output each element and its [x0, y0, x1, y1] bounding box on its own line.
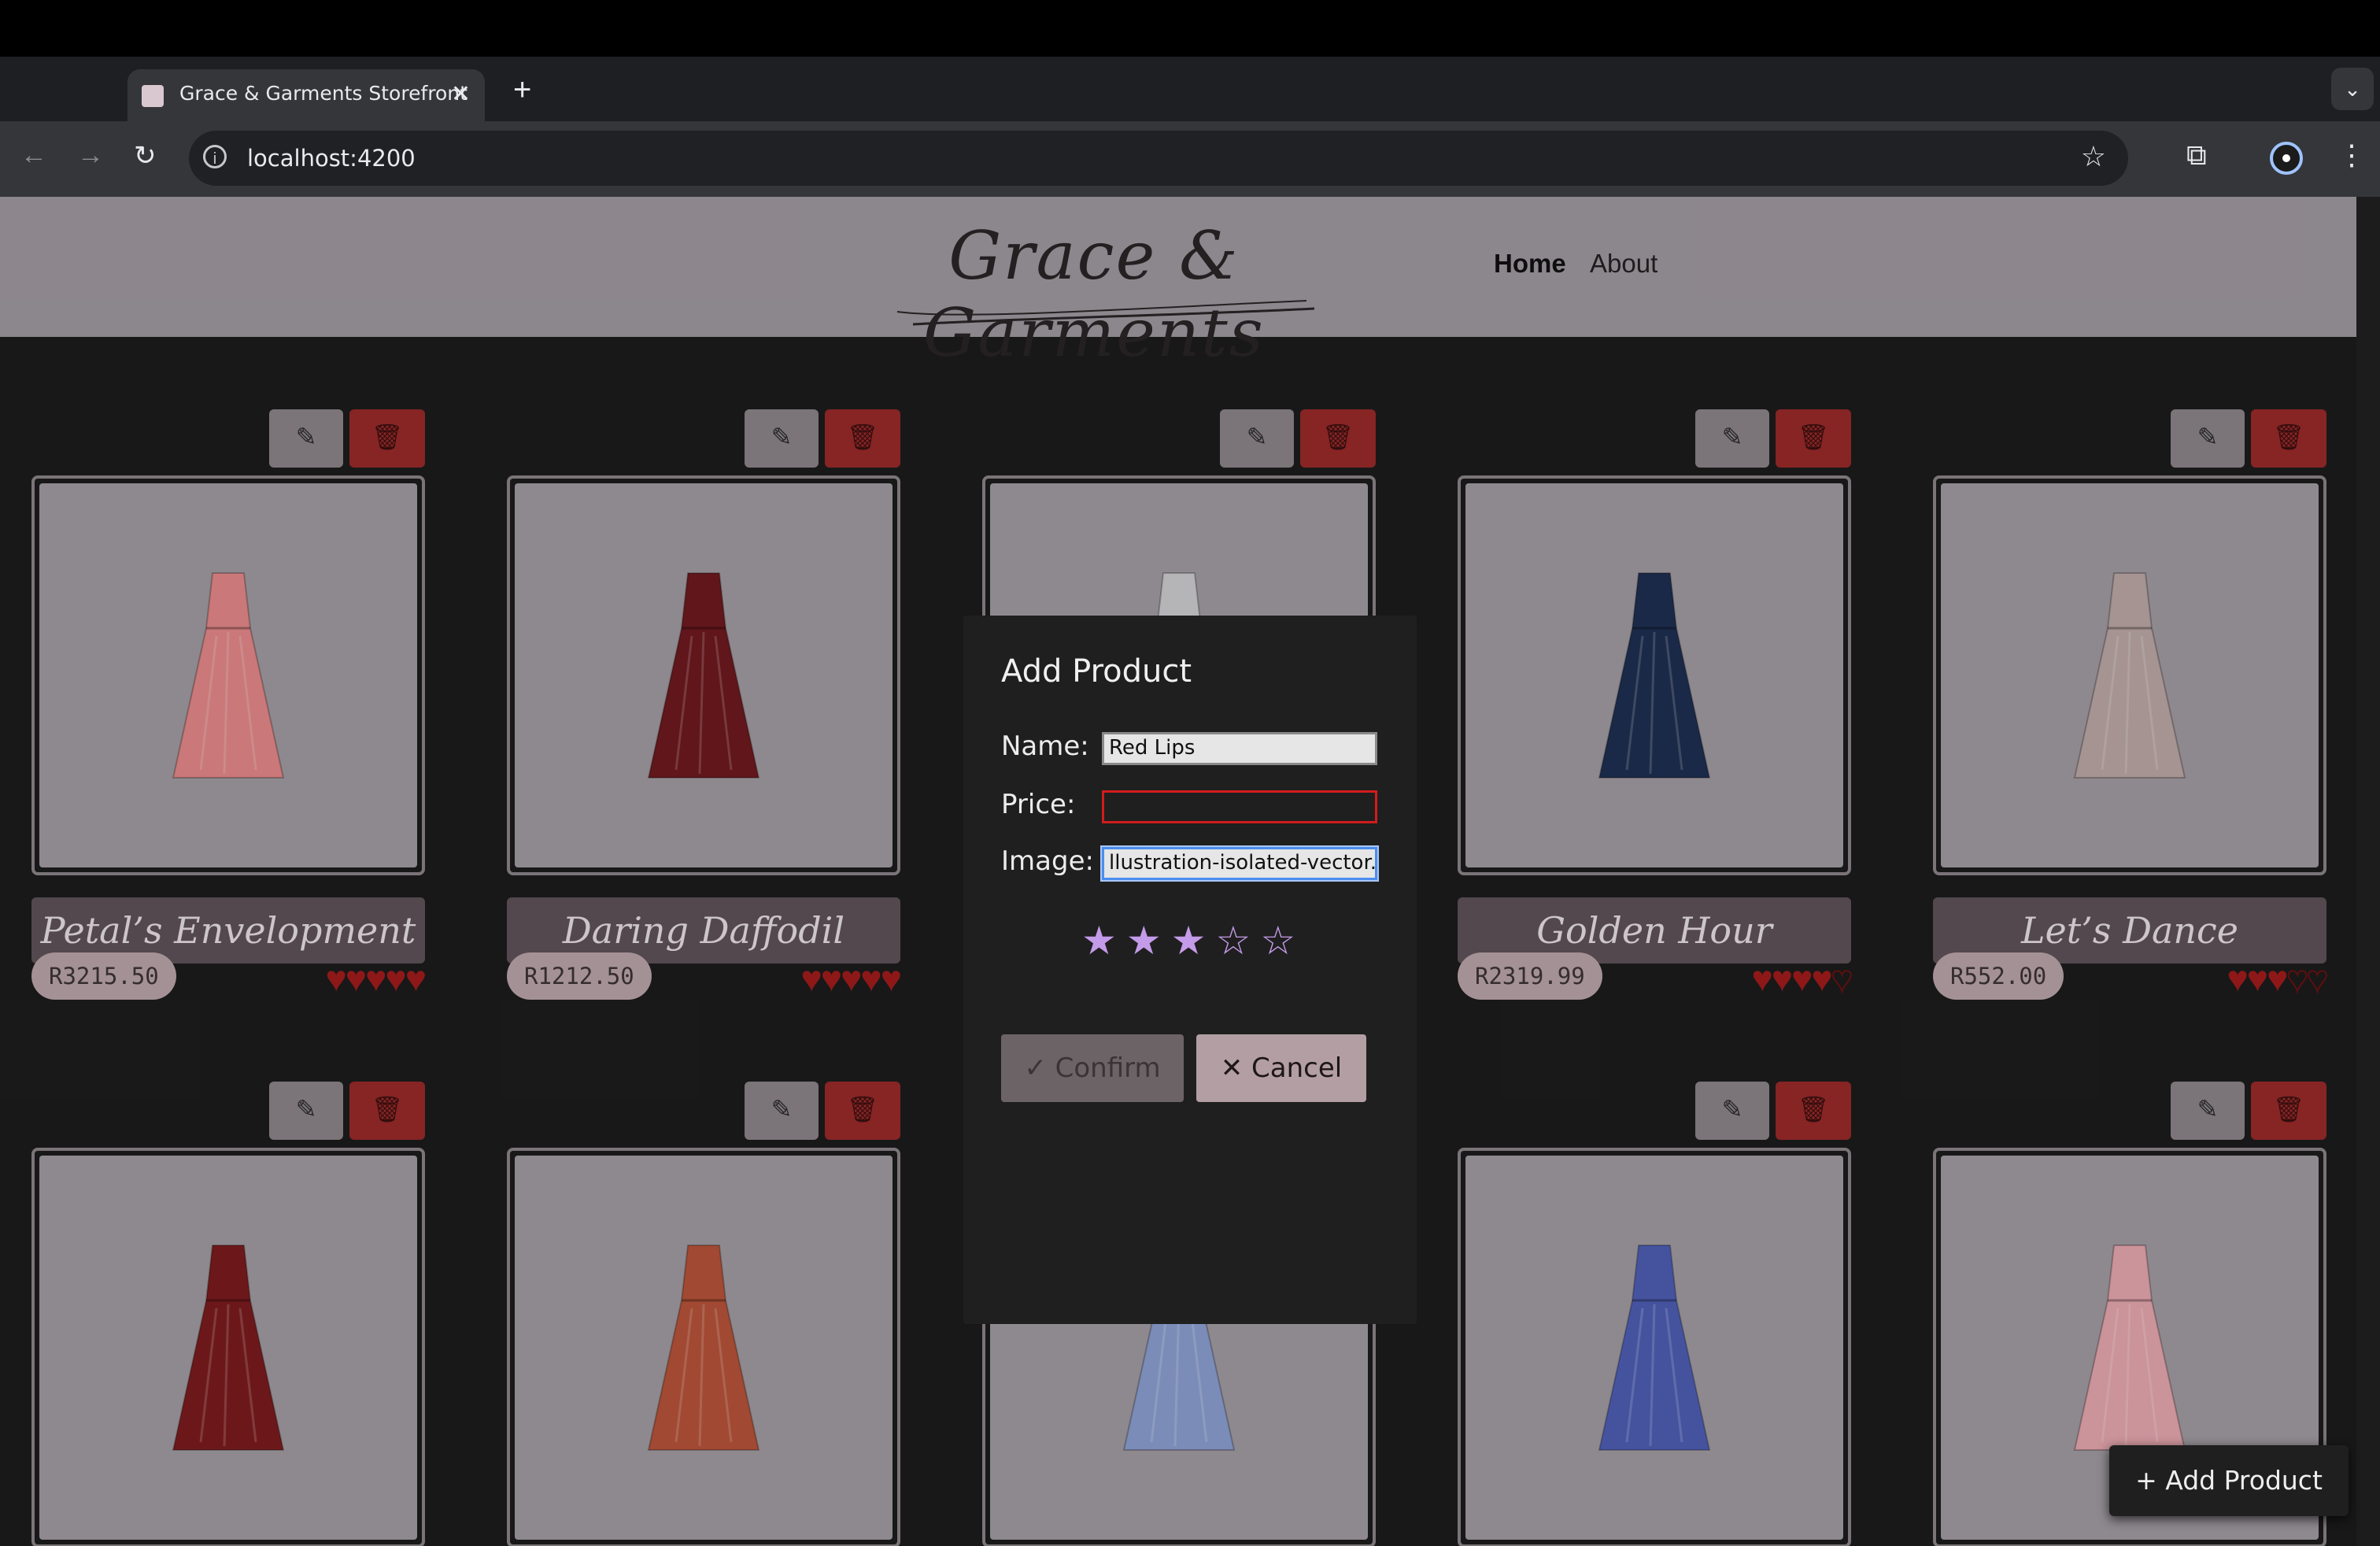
scrollbar[interactable]: [2356, 197, 2380, 1546]
star-filled-icon[interactable]: ★: [1081, 919, 1126, 963]
dialog-title: Add Product: [1001, 653, 1192, 690]
name-field[interactable]: Red Lips: [1102, 732, 1377, 765]
extensions-icon[interactable]: ⧉: [2186, 139, 2207, 172]
tab-close-icon[interactable]: ✕: [451, 80, 471, 108]
page-viewport: Grace & Garments Home About ✎ 🗑 Petal’s En…: [0, 197, 2380, 1546]
address-bar[interactable]: i localhost:4200 ☆: [189, 131, 2128, 186]
rating-stars[interactable]: ★★★☆☆: [1081, 918, 1305, 963]
image-label: Image:: [1001, 845, 1094, 877]
tab-strip: Grace & Garments Storefront ✕ + ⌄: [0, 57, 2380, 121]
browser-toolbar: ← → ↻ i localhost:4200 ☆ ⧉ ⋮: [0, 121, 2380, 197]
profile-icon[interactable]: [2270, 142, 2303, 175]
add-product-dialog: Add Product Name: Red Lips Price: Image:…: [963, 616, 1417, 1324]
price-label: Price:: [1001, 789, 1076, 820]
star-filled-icon[interactable]: ★: [1171, 919, 1216, 963]
star-filled-icon[interactable]: ★: [1126, 919, 1171, 963]
cancel-button[interactable]: ✕ Cancel: [1196, 1034, 1366, 1102]
price-field[interactable]: [1102, 790, 1377, 823]
add-product-button[interactable]: + Add Product: [2109, 1445, 2349, 1516]
star-empty-icon[interactable]: ☆: [1260, 919, 1305, 963]
favicon-icon: [142, 85, 164, 107]
back-arrow-icon[interactable]: ←: [20, 140, 47, 171]
image-field[interactable]: llustration-isolated-vector.jpg: [1100, 845, 1379, 882]
new-tab-icon[interactable]: +: [513, 72, 531, 108]
star-icon[interactable]: ☆: [2081, 140, 2106, 173]
tab-title: Grace & Garments Storefront: [179, 82, 468, 105]
chevron-down-icon[interactable]: ⌄: [2331, 68, 2374, 110]
url-text[interactable]: localhost:4200: [247, 145, 416, 172]
reload-icon[interactable]: ↻: [134, 140, 157, 172]
star-empty-icon[interactable]: ☆: [1215, 919, 1260, 963]
browser-tab[interactable]: Grace & Garments Storefront ✕: [128, 69, 485, 121]
name-label: Name:: [1001, 730, 1089, 762]
kebab-menu-icon[interactable]: ⋮: [2338, 139, 2366, 172]
confirm-button[interactable]: ✓ Confirm: [1001, 1034, 1184, 1102]
forward-arrow-icon[interactable]: →: [77, 140, 104, 171]
info-icon[interactable]: i: [203, 145, 227, 168]
